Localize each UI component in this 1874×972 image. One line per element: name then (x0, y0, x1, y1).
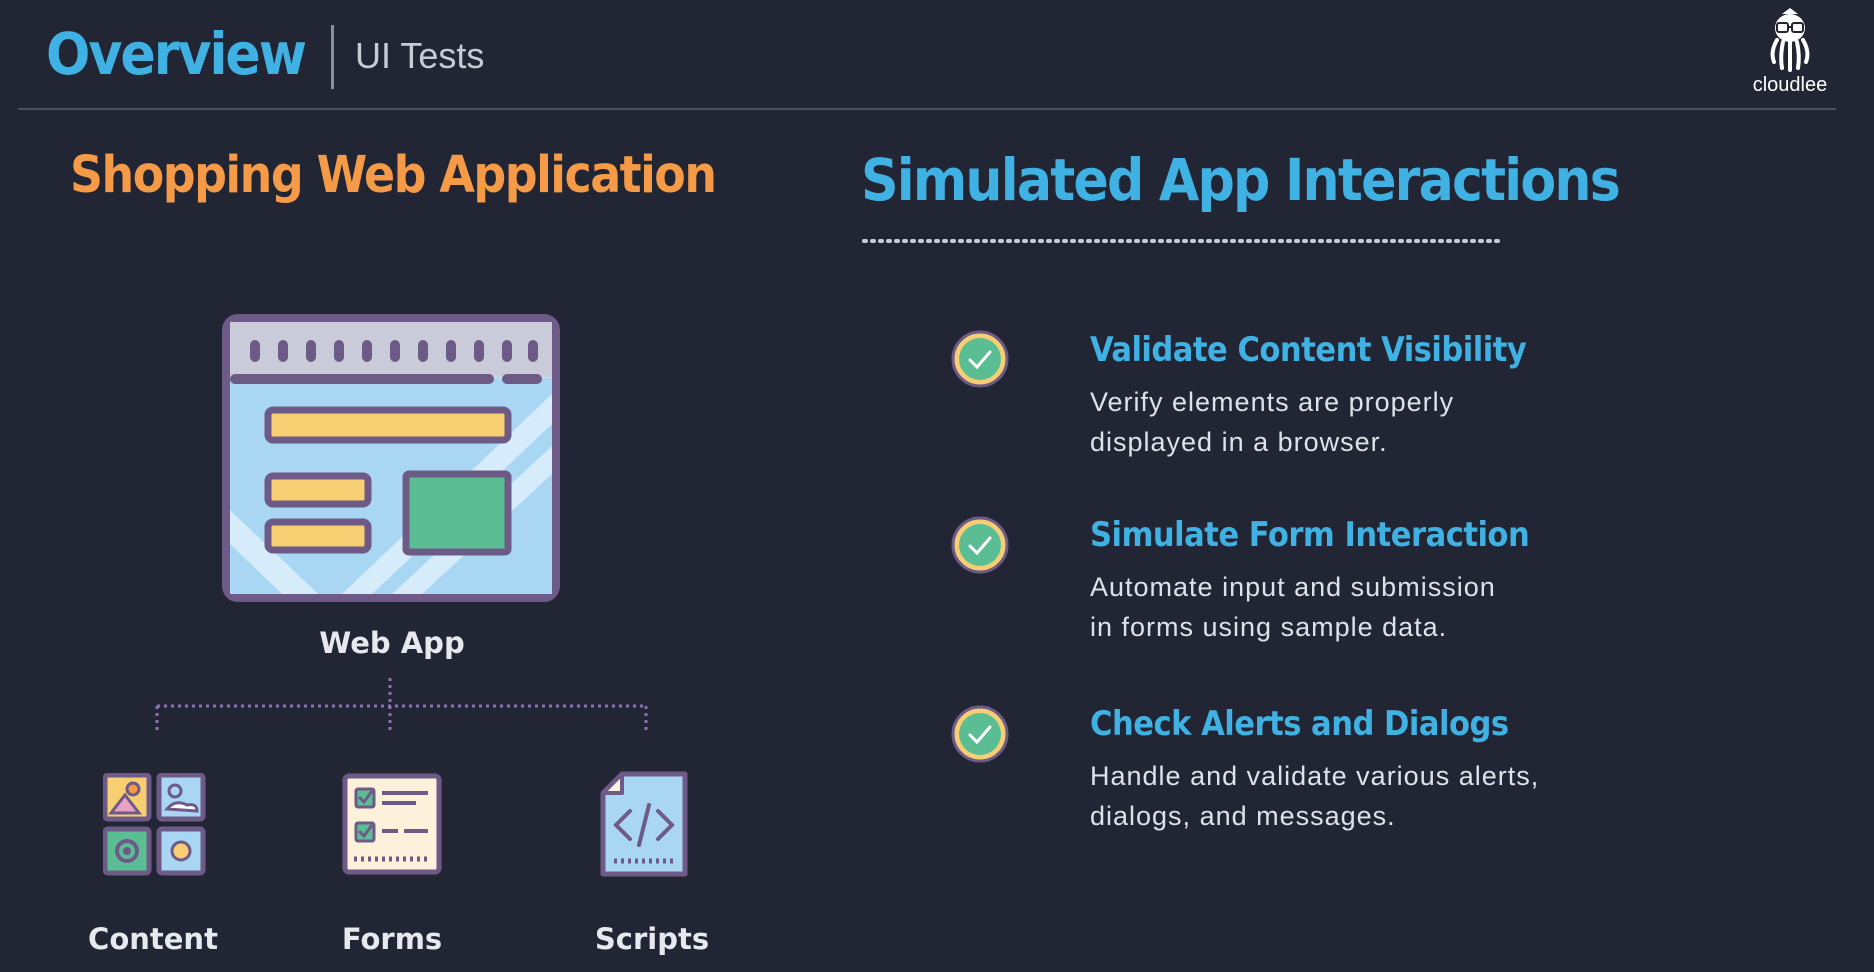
content-label: Content (88, 922, 218, 956)
interaction-item: Check Alerts and Dialogs Handle and vali… (0, 701, 1874, 831)
check-circle-icon (951, 516, 1009, 574)
header-divider (331, 25, 334, 89)
forms-label: Forms (341, 922, 443, 956)
brand-logo: cloudlee (1740, 8, 1840, 100)
item-description-line: Automate input and submission (1090, 572, 1496, 602)
item-description-line: Handle and validate various alerts, (1090, 761, 1540, 791)
item-description-line: dialogs, and messages. (1090, 801, 1396, 831)
shopping-app-heading: Shopping Web Application (70, 146, 717, 205)
brand-name: cloudlee (1752, 74, 1828, 96)
item-description: Handle and validate various alerts, dial… (1090, 756, 1650, 836)
interactions-heading: Simulated App Interactions (861, 146, 1621, 214)
octopus-mascot-icon (1770, 8, 1810, 72)
item-description-line: in forms using sample data. (1090, 612, 1448, 642)
check-circle-icon (951, 330, 1009, 388)
item-description: Automate input and submission in forms u… (1090, 567, 1650, 647)
interaction-item: Validate Content Visibility Verify eleme… (0, 326, 1874, 457)
interaction-item: Simulate Form Interaction Automate input… (0, 512, 1874, 642)
header-rule (18, 108, 1836, 110)
page-subtitle: UI Tests (355, 35, 485, 76)
check-circle-icon (951, 705, 1009, 763)
page-title: Overview (46, 20, 307, 88)
item-description-line: displayed in a browser. (1090, 427, 1388, 457)
item-description: Verify elements are properly displayed i… (1090, 382, 1650, 462)
item-description-line: Verify elements are properly (1090, 387, 1455, 417)
heading-underline (862, 239, 1502, 243)
item-title: Check Alerts and Dialogs (1090, 704, 1509, 744)
scripts-label: Scripts (594, 922, 710, 956)
item-title: Validate Content Visibility (1090, 330, 1527, 370)
item-title: Simulate Form Interaction (1090, 515, 1530, 555)
